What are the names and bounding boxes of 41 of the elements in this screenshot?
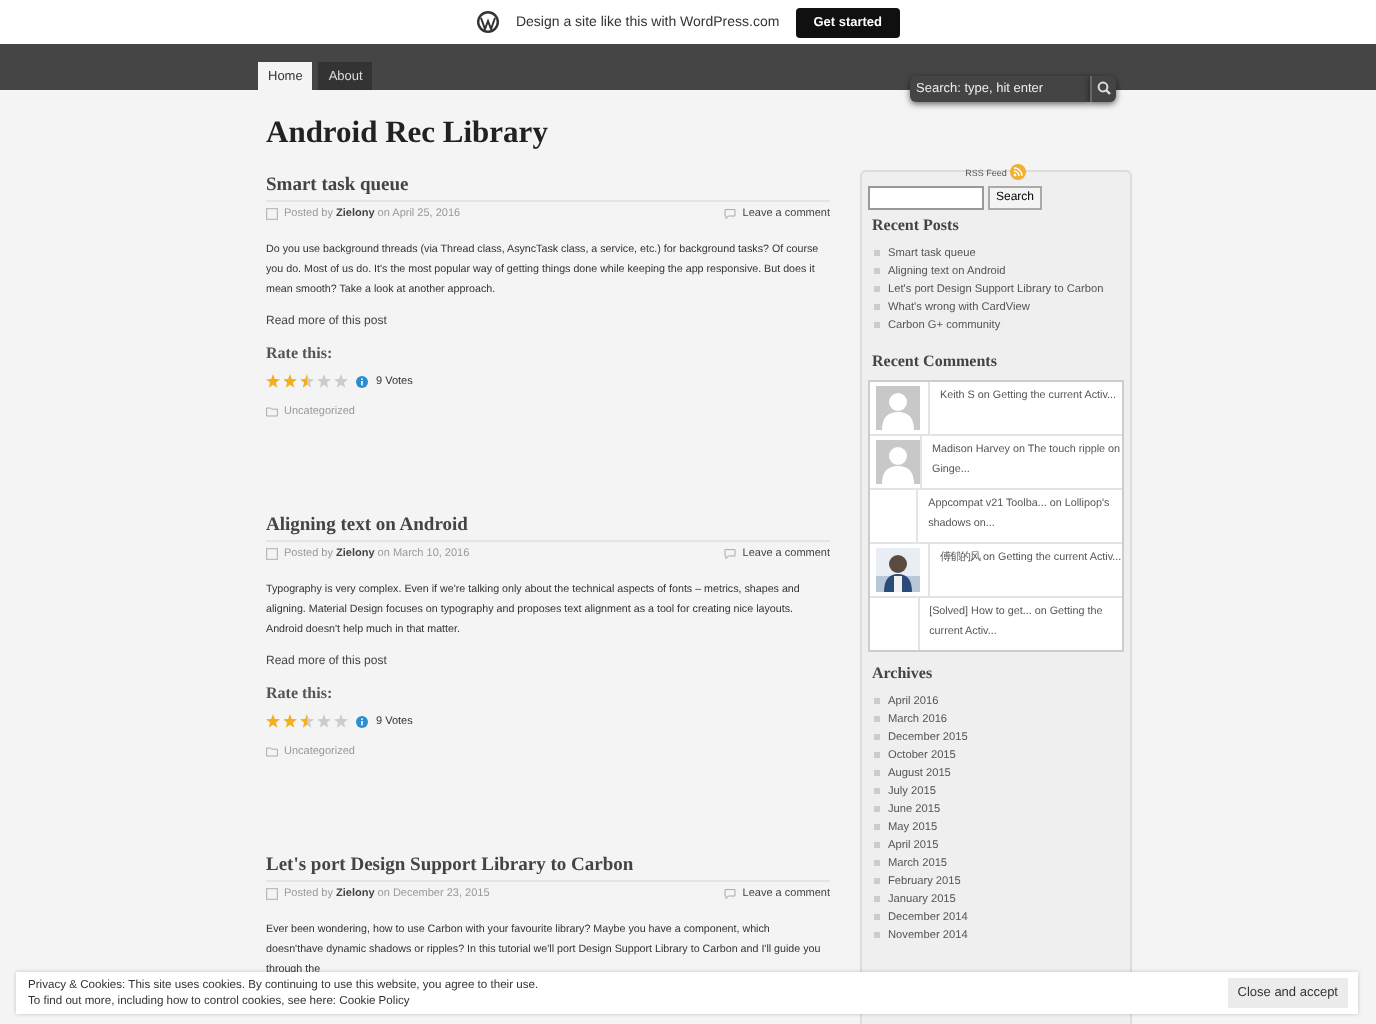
- widget-heading: Recent Comments: [870, 352, 999, 370]
- wordpress-logo-icon: [475, 10, 500, 34]
- speech-bubble-icon: [724, 208, 737, 220]
- bullet-icon: [874, 734, 880, 740]
- bullet-icon: [874, 788, 880, 794]
- bullet-icon: [874, 698, 880, 704]
- info-icon[interactable]: [356, 375, 368, 387]
- post-title[interactable]: Smart task queue: [266, 176, 830, 196]
- bullet-icon: [874, 250, 880, 256]
- widget-heading: Recent Posts: [870, 216, 961, 234]
- bullet-icon: [874, 860, 880, 866]
- bullet-icon: [874, 716, 880, 722]
- post-title[interactable]: Aligning text on Android: [266, 516, 830, 536]
- info-icon[interactable]: [356, 715, 368, 727]
- speech-bubble-icon: [724, 888, 737, 900]
- avatar-icon: [876, 440, 920, 484]
- avatar-icon: [876, 386, 920, 430]
- widget-heading: Archives: [870, 664, 935, 682]
- bullet-icon: [874, 268, 880, 274]
- post-title[interactable]: Let's port Design Support Library to Carbon: [266, 856, 830, 876]
- site-title[interactable]: Android Rec Library: [266, 116, 830, 152]
- bullet-icon: [874, 752, 880, 758]
- search-icon[interactable]: [1090, 76, 1116, 102]
- bullet-icon: [874, 932, 880, 938]
- bullet-icon: [874, 322, 880, 328]
- speech-bubble-icon: [724, 548, 737, 560]
- bullet-icon: [874, 824, 880, 830]
- bullet-icon: [874, 286, 880, 292]
- bullet-icon: [874, 896, 880, 902]
- bullet-icon: [874, 842, 880, 848]
- bullet-icon: [874, 304, 880, 310]
- rating-heading: Rate this:: [266, 684, 335, 702]
- sidebar-search-field[interactable]: [868, 186, 984, 210]
- bullet-icon: [874, 878, 880, 884]
- bullet-icon: [874, 806, 880, 812]
- rating-heading: Rate this:: [266, 344, 335, 362]
- bullet-icon: [874, 770, 880, 776]
- folder-icon: [266, 406, 278, 418]
- folder-icon: [266, 746, 278, 758]
- rss-icon[interactable]: [1010, 164, 1027, 180]
- bullet-icon: [874, 914, 880, 920]
